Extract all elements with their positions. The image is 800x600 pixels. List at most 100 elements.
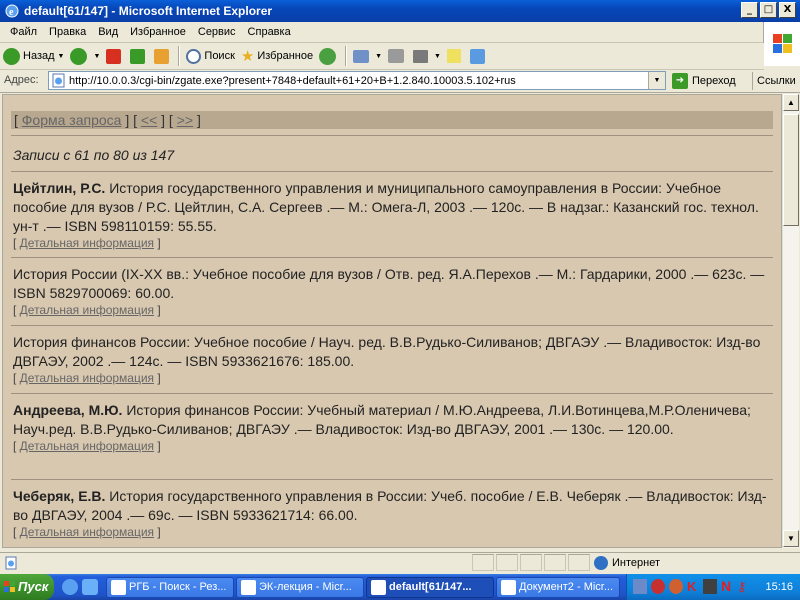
word-icon [241, 580, 256, 595]
mail-button[interactable]: ▼ [350, 45, 385, 67]
search-label: Поиск [204, 50, 235, 62]
vertical-scrollbar[interactable]: ▲ ▼ [782, 94, 799, 548]
scroll-thumb[interactable] [783, 114, 799, 226]
forward-button[interactable]: ▼ [67, 45, 103, 67]
media-icon [319, 47, 337, 65]
chevron-down-icon: ▼ [57, 52, 65, 60]
chevron-down-icon: ▼ [653, 77, 661, 84]
bracket: [ [13, 303, 20, 317]
taskbar-item-active[interactable]: default[61/147... [366, 577, 494, 598]
media-button[interactable] [316, 45, 342, 67]
arrow-up-icon: ▲ [787, 98, 795, 107]
discuss-button[interactable] [444, 45, 467, 67]
system-tray: K N ⚷ 15:16 [626, 574, 800, 600]
toolbar: Назад ▼ ▼ Поиск ★ Избранное ▼ ▼ [0, 43, 764, 70]
toolbar-divider [178, 46, 181, 66]
menu-help[interactable]: Справка [242, 22, 297, 42]
favorites-button[interactable]: ★ Избранное [238, 45, 316, 67]
back-arrow-icon [3, 47, 20, 65]
record-item: Андреева, М.Ю. История финансов России: … [13, 401, 773, 453]
word-icon [501, 580, 516, 595]
refresh-icon [130, 48, 146, 64]
detail-info-link[interactable]: Детальная информация [20, 371, 154, 385]
toolbar-divider [345, 46, 348, 66]
search-button[interactable]: Поиск [183, 45, 237, 67]
address-field[interactable]: ▼ [48, 71, 666, 90]
detail-info-link[interactable]: Детальная информация [20, 303, 154, 317]
taskbar-item[interactable]: ЭК-лекция - Micr... [236, 577, 364, 598]
windows-flag-icon [4, 581, 15, 592]
favorites-label: Избранное [257, 50, 314, 62]
tray-app-icon[interactable] [703, 579, 717, 594]
stop-button[interactable] [103, 45, 127, 67]
divider [11, 547, 773, 548]
menu-favorites[interactable]: Избранное [124, 22, 192, 42]
refresh-button[interactable] [127, 45, 151, 67]
close-button[interactable]: X [779, 2, 796, 18]
address-dropdown[interactable]: ▼ [648, 72, 665, 89]
home-button[interactable] [151, 45, 175, 67]
ie-quicklaunch-icon[interactable] [62, 579, 78, 595]
query-form-link[interactable]: Форма запроса [22, 112, 122, 128]
minimize-button[interactable]: _ [741, 2, 758, 18]
bracket: [ [13, 525, 20, 539]
bracket: [ [13, 371, 20, 385]
bracket: ] [154, 525, 161, 539]
divider [11, 171, 773, 172]
ie-icon [371, 580, 386, 595]
menu-edit[interactable]: Правка [43, 22, 92, 42]
task-label: Документ2 - Micr... [519, 581, 614, 593]
start-button[interactable]: Пуск [0, 574, 54, 600]
outlook-quicklaunch-icon[interactable] [82, 579, 98, 595]
menu-bar: Файл Правка Вид Избранное Сервис Справка [0, 22, 800, 43]
address-input[interactable] [69, 73, 644, 88]
task-label: default[61/147... [389, 581, 472, 593]
record-text: История финансов России: Учебное пособие… [13, 334, 761, 369]
network-icon[interactable] [633, 579, 647, 594]
record-item: Цейтлин, Р.С. История государственного у… [13, 179, 773, 250]
taskbar-item[interactable]: Документ2 - Micr... [496, 577, 620, 598]
mail-icon [353, 49, 370, 63]
messenger-button[interactable] [467, 45, 491, 67]
scroll-down-button[interactable]: ▼ [783, 530, 799, 547]
next-page-link[interactable]: >> [177, 112, 193, 128]
address-bar: Адрес: ▼ ➜ Переход Ссылки [0, 70, 800, 93]
nav-bracket: [ [14, 112, 22, 128]
bracket: ] [154, 371, 161, 385]
detail-info-link[interactable]: Детальная информация [20, 525, 154, 539]
back-button[interactable]: Назад ▼ [0, 45, 67, 67]
windows-logo [763, 22, 800, 66]
records-count: Записи с 61 по 80 из 147 [13, 147, 175, 163]
detail-info-link[interactable]: Детальная информация [20, 439, 154, 453]
antivirus-icon[interactable] [651, 579, 665, 594]
key-icon[interactable]: ⚷ [737, 579, 751, 594]
taskbar-item[interactable]: РГБ - Поиск - Рез... [106, 577, 234, 598]
scroll-up-button[interactable]: ▲ [783, 94, 799, 111]
page-icon [5, 556, 17, 570]
links-button[interactable]: Ссылки [752, 72, 800, 90]
ie-icon [111, 580, 126, 595]
record-text: История финансов России: Учебный материа… [13, 402, 751, 437]
tray-n-icon[interactable]: N [721, 579, 735, 594]
status-bar: Интернет [0, 552, 800, 573]
prev-page-link[interactable]: << [141, 112, 157, 128]
bracket: ] [154, 439, 161, 453]
window-title: default[61/147] - Microsoft Internet Exp… [24, 4, 273, 18]
print-button[interactable] [385, 45, 410, 67]
go-button[interactable]: ➜ Переход [672, 72, 736, 90]
title-bar[interactable]: e default[61/147] - Microsoft Internet E… [0, 0, 800, 22]
tray-app-icon[interactable] [669, 579, 683, 594]
edit-button[interactable]: ▼ [410, 45, 444, 67]
maximize-button[interactable]: □ [760, 2, 777, 18]
status-cell [568, 554, 590, 571]
record-author: Андреева, М.Ю. [13, 402, 123, 418]
menu-tools[interactable]: Сервис [192, 22, 242, 42]
svg-text:e: e [9, 7, 14, 18]
menu-view[interactable]: Вид [92, 22, 124, 42]
bracket: [ [13, 439, 20, 453]
record-text: История государственного управления в Ро… [13, 488, 767, 523]
record-item: История России (IX-XX вв.: Учебное пособ… [13, 265, 773, 317]
detail-info-link[interactable]: Детальная информация [20, 236, 154, 250]
menu-file[interactable]: Файл [4, 22, 43, 42]
keyboard-layout-icon[interactable]: K [687, 579, 701, 594]
